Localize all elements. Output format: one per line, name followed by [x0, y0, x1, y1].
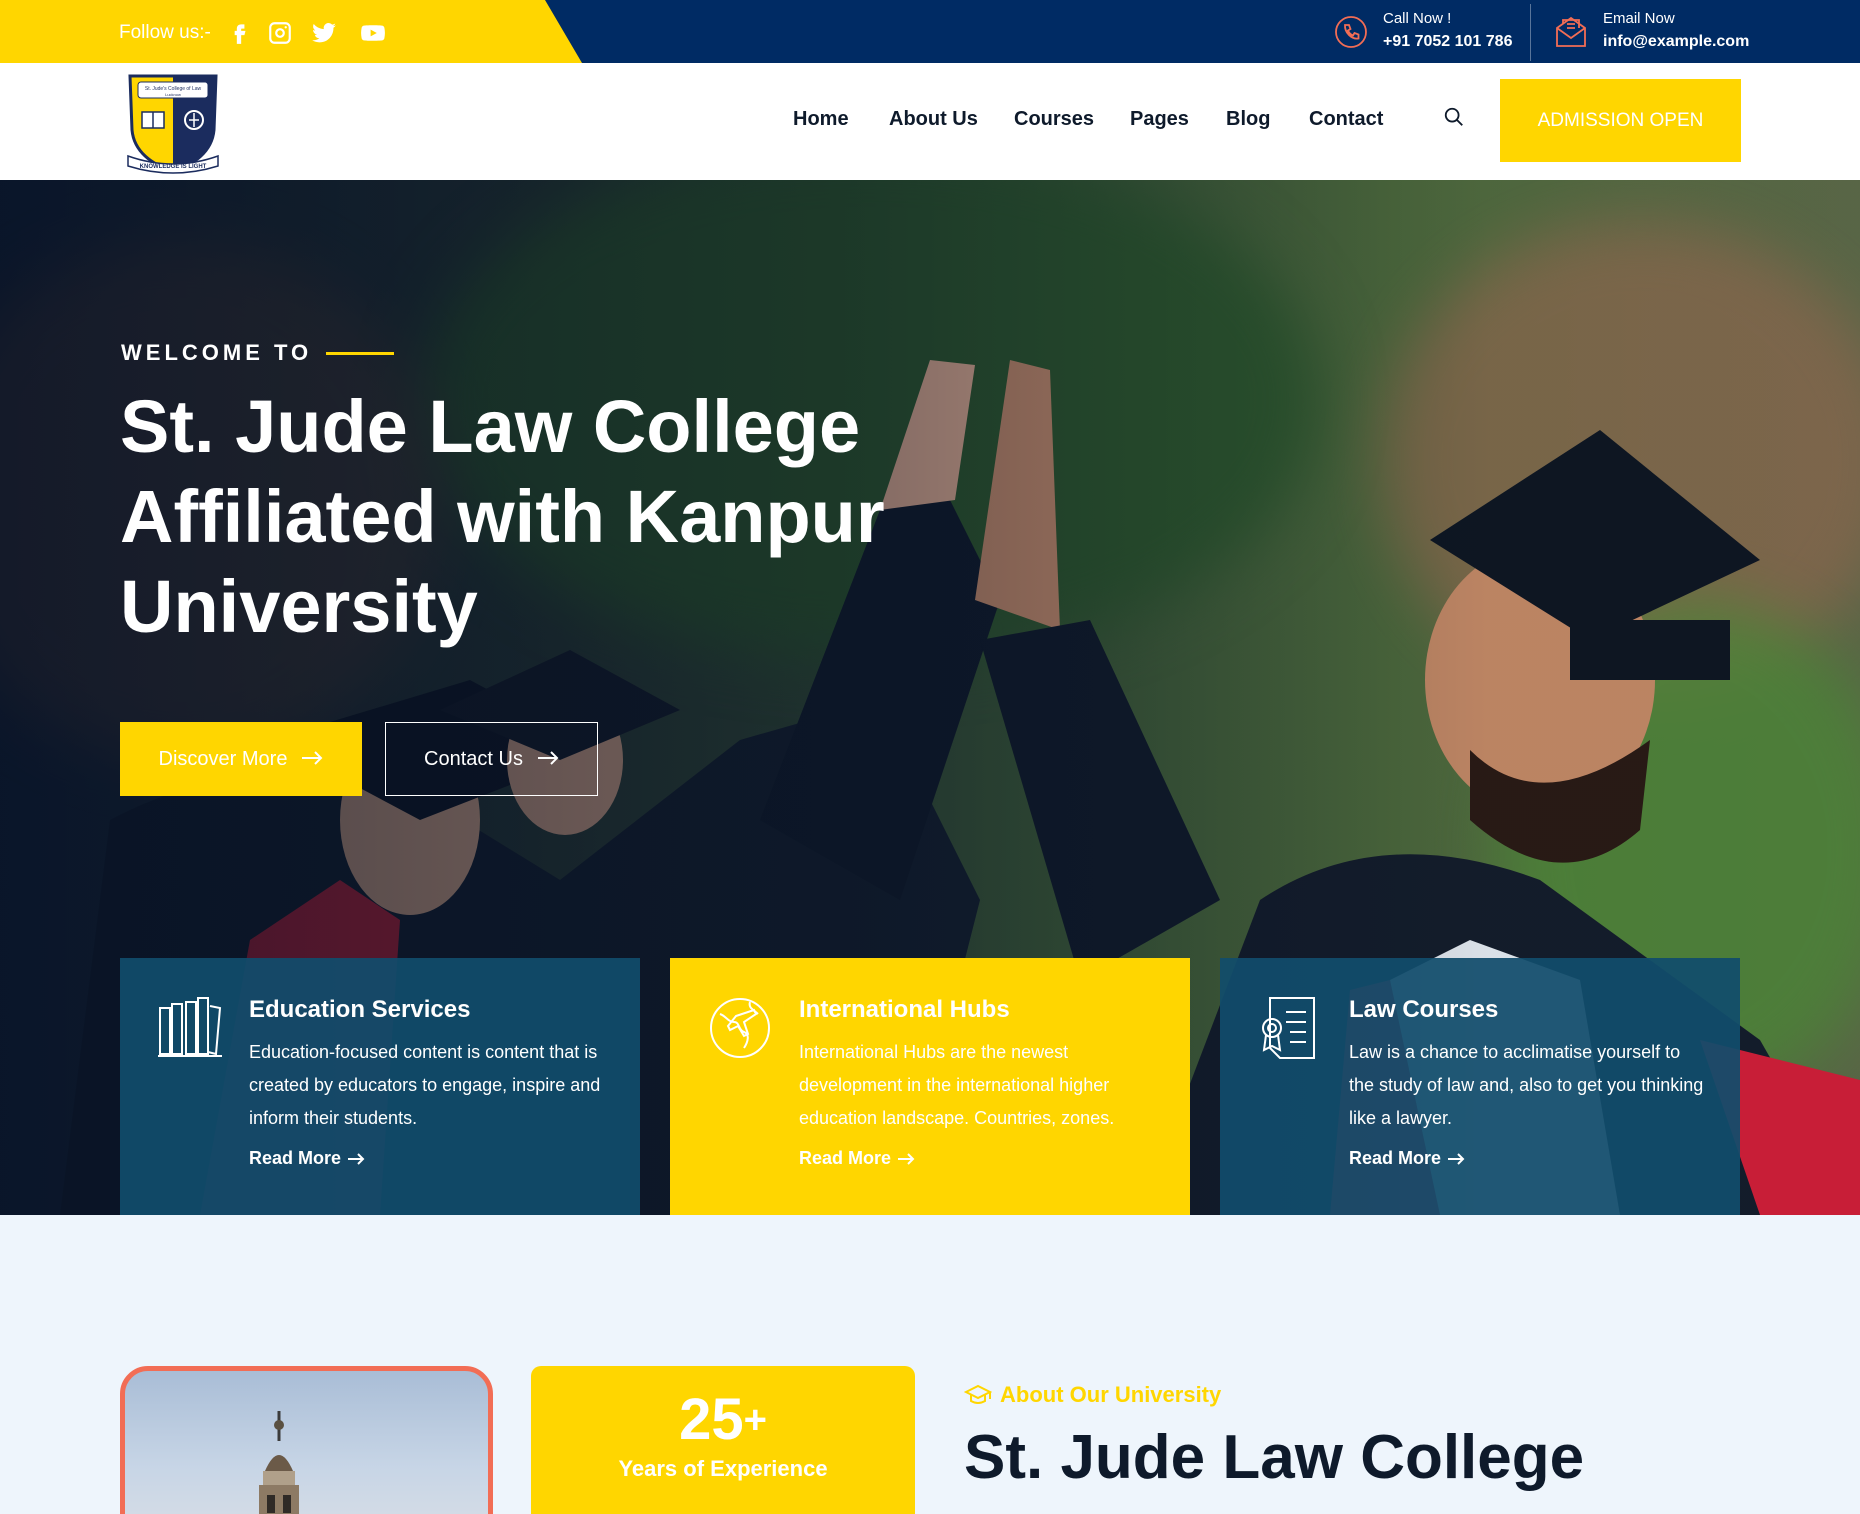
experience-label: Years of Experience — [618, 1456, 828, 1481]
campus-tower-illustration — [259, 1411, 299, 1514]
call-now-block[interactable]: Call Now ! +91 7052 101 786 — [1333, 6, 1512, 58]
about-kicker: About Our University — [964, 1382, 1221, 1408]
envelope-icon — [1553, 14, 1589, 50]
arrow-right-icon — [348, 1152, 365, 1165]
about-campus-image — [120, 1366, 493, 1514]
youtube-icon[interactable] — [357, 19, 389, 47]
logo-location: Lucknow — [165, 92, 181, 97]
nav-blog[interactable]: Blog — [1226, 108, 1270, 131]
read-more-link[interactable]: Read More — [249, 1148, 365, 1169]
arrow-right-icon — [898, 1152, 915, 1165]
hero-kicker-line — [326, 352, 394, 355]
hero-title: St. Jude Law College Affiliated with Kan… — [120, 382, 1020, 652]
graduation-cap-icon — [964, 1384, 992, 1404]
card-text: International Hubs are the newest develo… — [799, 1042, 1115, 1128]
nav-home[interactable]: Home — [793, 108, 849, 131]
read-more-link[interactable]: Read More — [799, 1148, 915, 1169]
instagram-icon[interactable] — [266, 19, 294, 47]
read-more-label: Read More — [1349, 1148, 1442, 1168]
contact-us-label: Contact Us — [424, 747, 523, 770]
email-now-address[interactable]: info@example.com — [1603, 29, 1749, 55]
card-text: Law is a chance to acclimatise yourself … — [1349, 1042, 1704, 1128]
read-more-label: Read More — [799, 1148, 892, 1168]
follow-us-label: Follow us:- — [119, 22, 211, 43]
card-title: Law Courses — [1349, 996, 1499, 1023]
arrow-right-icon — [1448, 1152, 1465, 1165]
hero-kicker: WELCOME TO — [121, 340, 313, 365]
email-now-block[interactable]: Email Now info@example.com — [1553, 6, 1749, 58]
experience-number: 25 — [679, 1387, 744, 1452]
read-more-label: Read More — [249, 1148, 342, 1168]
nav-courses[interactable]: Courses — [1014, 108, 1094, 131]
search-icon[interactable] — [1443, 106, 1467, 130]
facebook-icon[interactable] — [225, 19, 253, 47]
service-card-international: International Hubs International Hubs ar… — [670, 958, 1190, 1215]
globe-plane-icon — [706, 994, 774, 1062]
card-text: Education-focused content is content tha… — [249, 1042, 601, 1128]
call-now-label: Call Now ! — [1383, 10, 1452, 27]
hero-title-line: University — [120, 565, 478, 648]
service-card-law: Law Courses Law is a chance to acclimati… — [1220, 958, 1740, 1215]
experience-badge: 25+ Years of Experience — [531, 1366, 915, 1514]
phone-icon — [1333, 14, 1369, 50]
arrow-right-icon — [301, 748, 323, 771]
books-icon — [156, 994, 224, 1062]
nav-about-us[interactable]: About Us — [889, 108, 978, 131]
service-card-education: Education Services Education-focused con… — [120, 958, 640, 1215]
arrow-right-icon — [537, 748, 559, 771]
card-title: Education Services — [249, 996, 471, 1023]
twitter-icon[interactable] — [310, 19, 338, 47]
email-now-label: Email Now — [1603, 10, 1675, 27]
hero-title-line: Affiliated with Kanpur — [120, 475, 885, 558]
nav-contact[interactable]: Contact — [1309, 108, 1383, 131]
certificate-icon — [1256, 994, 1324, 1062]
top-bar-divider — [1530, 4, 1531, 61]
discover-more-button[interactable]: Discover More — [120, 722, 362, 796]
nav-pages[interactable]: Pages — [1130, 108, 1189, 131]
contact-us-button[interactable]: Contact Us — [385, 722, 598, 796]
logo-motto: KNOWLEDGE IS LIGHT — [140, 164, 207, 170]
about-kicker-label: About Our University — [1000, 1382, 1222, 1407]
experience-suffix: + — [743, 1398, 767, 1442]
hero-title-line: St. Jude Law College — [120, 385, 861, 468]
card-title: International Hubs — [799, 996, 1010, 1023]
admission-open-button[interactable]: ADMISSION OPEN — [1500, 79, 1741, 162]
call-now-number[interactable]: +91 7052 101 786 — [1383, 29, 1512, 55]
about-title: St. Jude Law College — [964, 1423, 1585, 1492]
read-more-link[interactable]: Read More — [1349, 1148, 1465, 1169]
discover-more-label: Discover More — [158, 747, 288, 770]
college-logo[interactable]: St. Jude's College of Law Lucknow KNOWLE… — [124, 68, 222, 178]
experience-count: 25+ — [531, 1386, 915, 1453]
